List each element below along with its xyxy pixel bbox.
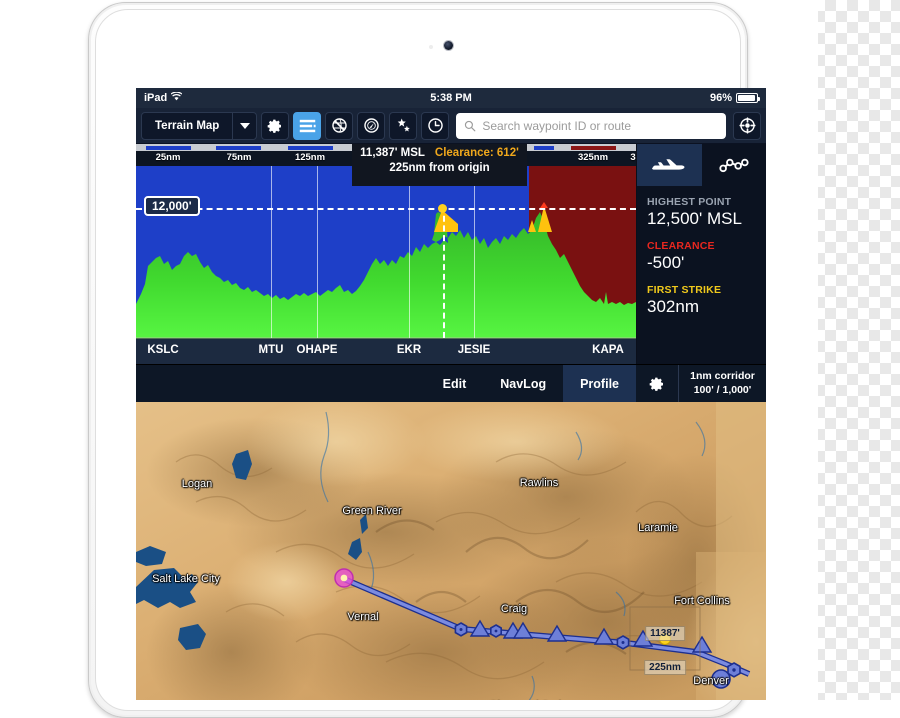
- corridor-setting[interactable]: 1nm corridor 100' / 1,000': [678, 365, 766, 402]
- settings-button[interactable]: [261, 111, 290, 140]
- waypoint-label-mtu[interactable]: MTU: [259, 344, 284, 356]
- map-type-label: Terrain Map: [155, 119, 220, 132]
- list-button[interactable]: [293, 111, 322, 140]
- distance-segment: [288, 145, 333, 150]
- route-profile-tab[interactable]: [702, 144, 767, 186]
- tooltip-clearance: Clearance: 612': [434, 147, 519, 159]
- stat-value: 302nm: [647, 297, 699, 316]
- edit-button[interactable]: Edit: [426, 365, 484, 402]
- stat-label: FIRST STRIKE: [647, 284, 722, 296]
- list-lines-icon: [299, 119, 316, 132]
- distance-tick-label: 325nm: [577, 152, 609, 163]
- front-camera-icon: [444, 41, 453, 50]
- clock-button[interactable]: [421, 111, 450, 140]
- waypoint-gridline: [409, 166, 410, 338]
- no-fly-button[interactable]: [325, 111, 354, 140]
- map-canvas: [136, 402, 766, 700]
- planned-altitude-line: [136, 208, 636, 210]
- waypoint-axis: KSLC MTU OHAPE EKR JESIE KAPA: [136, 338, 636, 364]
- navlog-button[interactable]: NavLog: [483, 365, 563, 402]
- gear-icon: [267, 119, 282, 133]
- search-input[interactable]: Search waypoint ID or route: [456, 112, 726, 139]
- aircraft-profile-tab[interactable]: [637, 144, 702, 186]
- stat-highest-point: HIGHEST POINT 12,500' MSL: [647, 196, 756, 229]
- status-device-label: iPad: [144, 92, 168, 104]
- clock-icon: [428, 118, 443, 133]
- profile-stats-panel: HIGHEST POINT 12,500' MSL CLEARANCE -500…: [636, 144, 766, 364]
- stat-value: -500': [647, 253, 685, 272]
- distance-segment: [534, 145, 554, 150]
- distance-tick-label: 3: [630, 152, 636, 163]
- stat-label: HIGHEST POINT: [647, 196, 732, 208]
- stat-clearance: CLEARANCE -500': [647, 240, 756, 273]
- stat-value: 12,500' MSL: [647, 209, 742, 228]
- waypoint-label-ekr[interactable]: EKR: [397, 344, 421, 356]
- status-bar-clock: 5:38 PM: [430, 92, 472, 104]
- terrain-map[interactable]: Grand Teton Logan Green River Rawlins La…: [136, 402, 766, 700]
- status-bar-left: iPad: [144, 91, 183, 104]
- route-action-bar: Edit NavLog Profile 1nm corridor 100' / …: [136, 364, 766, 402]
- corridor-width-label: 1nm corridor: [690, 370, 755, 383]
- distance-tick-label: 125nm: [294, 152, 326, 163]
- gauge-icon: [364, 118, 379, 133]
- stars-icon: [397, 118, 410, 132]
- chevron-down-icon[interactable]: [232, 112, 256, 139]
- waypoint-gridline: [317, 166, 318, 338]
- waypoint-label-kapa[interactable]: KAPA: [592, 344, 624, 356]
- map-type-selector[interactable]: Terrain Map: [141, 111, 258, 140]
- locate-button[interactable]: [733, 111, 761, 140]
- map-callout-elevation: 11387': [645, 626, 685, 641]
- instrument-button[interactable]: [357, 111, 386, 140]
- circle-slash-globe-icon: [332, 118, 347, 133]
- wifi-icon: [170, 91, 183, 104]
- battery-icon: [736, 93, 760, 103]
- airplane-icon: [652, 159, 685, 170]
- planned-altitude-label[interactable]: 12,000': [144, 196, 200, 216]
- crosshair-locate-icon: [738, 117, 756, 134]
- profile-button[interactable]: Profile: [563, 365, 636, 402]
- waypoint-gridline: [271, 166, 272, 338]
- profile-tab-bar: [637, 144, 766, 186]
- gear-icon: [649, 377, 663, 391]
- tooltip-row-altitude: 11,387' MSL Clearance: 612': [352, 147, 527, 159]
- app-toolbar: Terrain Map Search waypoint ID or route: [136, 108, 766, 144]
- search-icon: [465, 120, 476, 131]
- stat-first-strike: FIRST STRIKE 302nm: [647, 284, 756, 317]
- profile-cursor-line[interactable]: [443, 206, 445, 338]
- ipad-screen: iPad 5:38 PM 96% Terrain Map Search wayp…: [136, 88, 766, 700]
- waypoint-label-ohape[interactable]: OHAPE: [297, 344, 338, 356]
- ios-status-bar: iPad 5:38 PM 96%: [136, 88, 766, 108]
- waypoint-label-jesie[interactable]: JESIE: [458, 344, 491, 356]
- distance-segment-alert: [571, 145, 616, 150]
- map-callout-distance: 225nm: [644, 660, 686, 675]
- distance-tick-label: 25nm: [155, 152, 181, 163]
- distance-segment: [216, 145, 261, 150]
- stat-label: CLEARANCE: [647, 240, 715, 252]
- profile-stats-list: HIGHEST POINT 12,500' MSL CLEARANCE -500…: [637, 186, 766, 317]
- distance-tick-label: 75nm: [226, 152, 252, 163]
- terrain-profile-panel: 12,000' 25nm 75nm 125nm 325nm 3 11,387' …: [136, 144, 766, 364]
- search-placeholder: Search waypoint ID or route: [482, 118, 632, 133]
- waypoint-label-kslc[interactable]: KSLC: [147, 344, 178, 356]
- battery-percent-label: 96%: [709, 92, 732, 104]
- distance-segment: [146, 145, 191, 150]
- terrain-profile-chart[interactable]: 12,000' 25nm 75nm 125nm 325nm 3 11,387' …: [136, 144, 636, 364]
- profile-settings-button[interactable]: [636, 365, 678, 402]
- waypoint-gridline: [474, 166, 475, 338]
- tooltip-altitude: 11,387' MSL: [360, 147, 425, 159]
- tooltip-distance: 225nm from origin: [389, 162, 490, 174]
- status-bar-right: 96%: [709, 92, 760, 104]
- stars-button[interactable]: [389, 111, 418, 140]
- profile-tooltip: 11,387' MSL Clearance: 612' 225nm from o…: [352, 144, 527, 186]
- route-nodes-icon: [719, 158, 749, 173]
- corridor-buffer-label: 100' / 1,000': [693, 383, 752, 396]
- profile-cursor-dot[interactable]: [438, 204, 447, 213]
- ambient-light-sensor-icon: [429, 45, 433, 49]
